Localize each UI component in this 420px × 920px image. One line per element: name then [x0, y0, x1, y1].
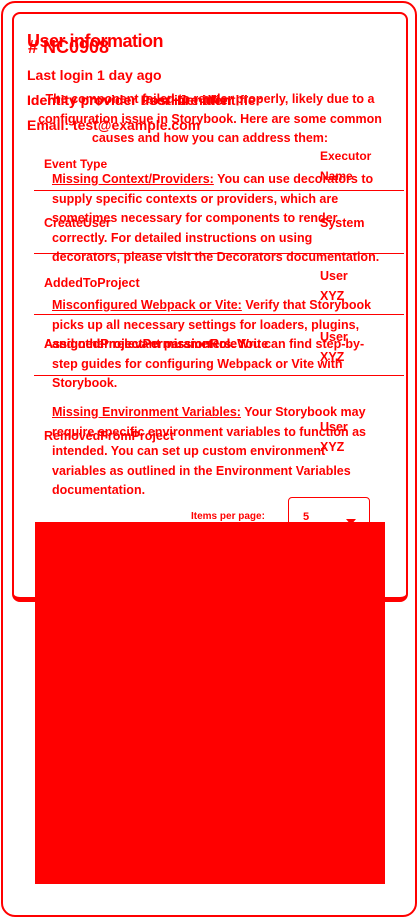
error-item-title: Missing Context/Providers: [52, 172, 214, 186]
table-cell-executor: User XYZ [320, 269, 348, 303]
column-header-event-type[interactable]: Event Type [44, 157, 107, 171]
error-item-title: Missing Environment Variables: [52, 405, 241, 419]
error-item-title: Misconfigured Webpack or Vite: [52, 298, 242, 312]
table-cell-event: AddedToProject [44, 276, 140, 290]
table-cell-event: AssignedProjectPermissionRole [44, 337, 238, 351]
page-title: User information [27, 31, 164, 51]
column-header-executor[interactable]: Executor Name [320, 146, 382, 186]
table-cell-executor: User XYZ [320, 330, 348, 364]
table-divider [34, 375, 404, 376]
table-divider [34, 253, 404, 254]
table-cell-event: CreateUser [44, 216, 111, 230]
solid-overlay-block [35, 522, 385, 884]
table-divider [34, 314, 404, 315]
table-divider [34, 190, 404, 191]
error-intro: The component failed to render properly,… [38, 92, 382, 145]
table-cell-executor: System [320, 216, 365, 230]
table-cell-event: RemovedFromProject [44, 429, 174, 443]
last-login-text: Last login 1 day ago [27, 67, 162, 83]
table-cell-executor: User XYZ [320, 420, 348, 454]
items-per-page-label: Items per page: [191, 511, 265, 522]
